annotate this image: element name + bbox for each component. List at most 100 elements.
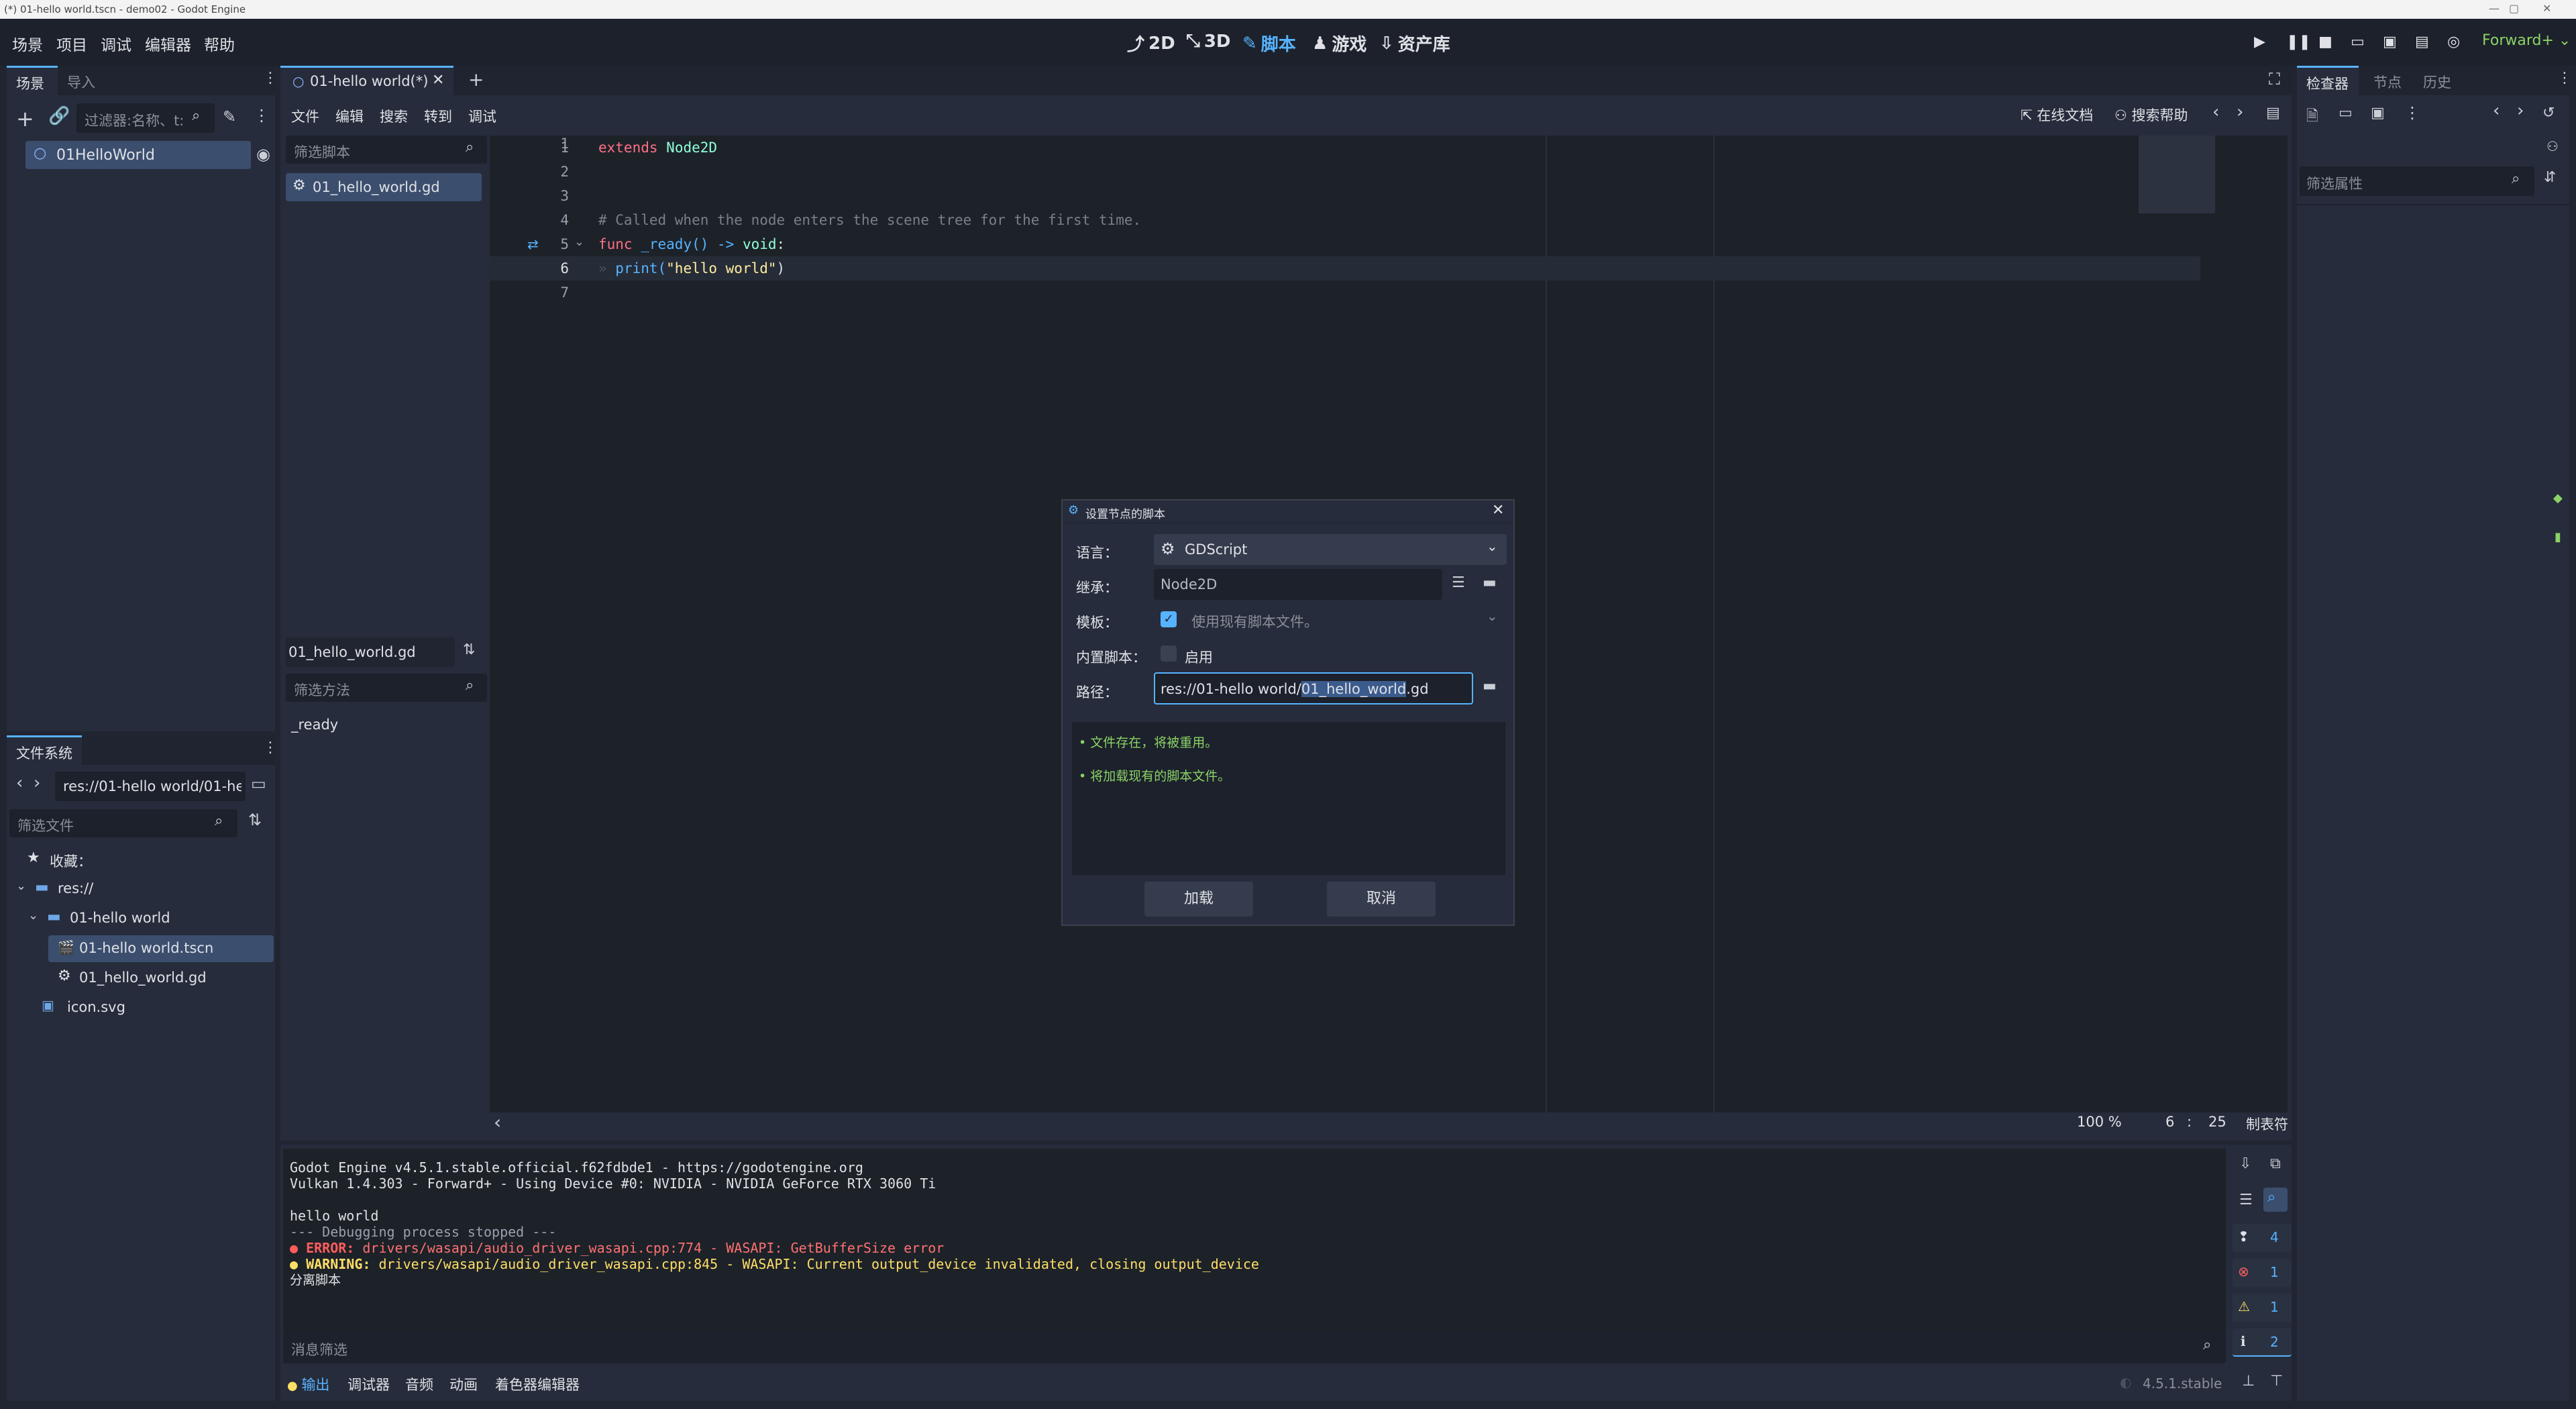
folder-icon[interactable]: ▬ xyxy=(1483,574,1497,591)
history-forward-icon[interactable]: › xyxy=(2237,102,2243,122)
tab-import[interactable]: 导入 xyxy=(67,72,95,92)
template-checkbox[interactable]: ✓ xyxy=(1161,611,1177,627)
bottom-tab-animation[interactable]: 动画 xyxy=(449,1374,478,1394)
workspace-3d[interactable]: ⤡ 3D xyxy=(1186,31,1231,52)
script-menu-search[interactable]: 搜索 xyxy=(380,106,408,126)
attach-script-icon[interactable]: ✎ xyxy=(223,107,236,126)
maximize-icon[interactable]: ▢ xyxy=(2509,2,2519,15)
search-help-button[interactable]: ⚇ 搜索帮助 xyxy=(2114,105,2188,125)
script-list-item[interactable]: ⚙ 01_hello_world.gd xyxy=(286,173,482,201)
tab-inspector[interactable]: 检查器 xyxy=(2297,66,2359,95)
message-filter-input[interactable]: 消息筛选 ⌕ xyxy=(283,1331,2226,1363)
history-icon[interactable]: ↺ xyxy=(2542,105,2555,121)
fs-item-favorites[interactable]: ★ 收藏： xyxy=(27,847,268,874)
load-button[interactable]: 加载 xyxy=(1144,882,1253,917)
tree-item-root-node[interactable]: ○ 01HelloWorld xyxy=(25,141,251,169)
history-back-icon[interactable]: ‹ xyxy=(2212,102,2219,122)
fold-chevron-icon[interactable]: ⌄ xyxy=(574,235,584,249)
doc-icon[interactable]: ⚇ xyxy=(2546,138,2559,154)
version-label[interactable]: 4.5.1.stable xyxy=(2143,1375,2222,1392)
fs-item-script-file[interactable]: ⚙ 01_hello_world.gd xyxy=(58,965,272,992)
menu-project[interactable]: 项目 xyxy=(56,32,87,55)
expand-panel-icon[interactable]: ⊤ xyxy=(2270,1373,2283,1390)
scene-tab[interactable]: ○ 01-hello world(*) ✕ xyxy=(280,66,453,95)
link-icon[interactable]: 🔗 xyxy=(48,106,70,126)
play-custom-icon[interactable]: ▤ xyxy=(2415,34,2434,52)
connected-signal-icon[interactable]: ⇄ xyxy=(527,236,539,252)
save-resource-icon[interactable]: ▣ xyxy=(2371,105,2385,121)
filter-search-toggle[interactable]: ⌕ xyxy=(2263,1188,2288,1212)
visibility-icon[interactable]: ◉ xyxy=(256,145,270,164)
filter-messages-toggle[interactable]: ❢ 4 xyxy=(2233,1224,2292,1252)
cancel-button[interactable]: 取消 xyxy=(1327,882,1436,917)
play-scene-icon[interactable]: ▣ xyxy=(2383,34,2402,52)
add-tab-icon[interactable]: + xyxy=(468,68,484,91)
next-object-icon[interactable]: › xyxy=(2517,101,2524,121)
bottom-tab-debugger[interactable]: 调试器 xyxy=(347,1374,390,1394)
filter-info-toggle[interactable]: ℹ 2 xyxy=(2233,1328,2292,1357)
back-icon[interactable]: ‹ xyxy=(16,773,23,793)
filter-warnings-toggle[interactable]: ⚠ 1 xyxy=(2233,1294,2292,1322)
language-select[interactable]: ⚙ GDScript ⌄ xyxy=(1154,534,1507,565)
indent-mode[interactable]: 制表符 xyxy=(2246,1114,2288,1134)
fs-item-icon-file[interactable]: ▣ icon.svg xyxy=(42,994,270,1021)
add-node-icon[interactable]: + xyxy=(16,106,34,132)
filter-errors-toggle[interactable]: ⊗ 1 xyxy=(2233,1259,2292,1287)
renderer-selector[interactable]: Forward+ ⌄ xyxy=(2482,32,2571,49)
close-tab-icon[interactable]: ✕ xyxy=(432,72,444,89)
builtin-checkbox[interactable] xyxy=(1161,645,1177,662)
forward-icon[interactable]: › xyxy=(34,773,40,793)
menu-editor[interactable]: 编辑器 xyxy=(145,32,191,55)
inspector-settings-icon[interactable]: ⇵ xyxy=(2544,169,2556,186)
stop-icon[interactable]: ■ xyxy=(2318,34,2337,52)
bottom-tab-shader-editor[interactable]: 着色器编辑器 xyxy=(495,1374,580,1394)
workspace-2d[interactable]: ⤴ 2D xyxy=(1127,31,1175,56)
fs-item-scene-file[interactable]: 🎬 01-hello world.tscn xyxy=(48,935,274,962)
bottom-tab-audio[interactable]: 音频 xyxy=(405,1374,433,1394)
new-resource-icon[interactable]: 🗎 xyxy=(2306,105,2318,130)
fs-item-res[interactable]: ⌄ ▬ res:// xyxy=(16,876,268,903)
close-dialog-icon[interactable]: ✕ xyxy=(1492,502,1504,519)
script-filter-input[interactable]: 筛选脚本 ⌕ xyxy=(286,136,487,164)
fs-item-folder[interactable]: ⌄ ▬ 01-hello world xyxy=(28,906,268,933)
open-resource-icon[interactable]: ▭ xyxy=(2339,105,2353,121)
inherits-input[interactable]: Node2D xyxy=(1154,569,1442,600)
dock-menu-icon[interactable]: ⋮ xyxy=(2557,70,2572,87)
menu-debug[interactable]: 调试 xyxy=(101,32,131,55)
dock-menu-icon[interactable]: ⋮ xyxy=(263,70,278,87)
browse-folder-icon[interactable]: ▬ xyxy=(1483,678,1497,694)
split-view-icon[interactable]: ▭ xyxy=(251,774,266,793)
scene-menu-icon[interactable]: ⋮ xyxy=(254,106,270,125)
toggle-panel-icon[interactable]: ▤ xyxy=(2266,105,2280,121)
workspace-game[interactable]: ♟ 游戏 xyxy=(1312,31,1366,56)
inspector-menu-icon[interactable]: ⋮ xyxy=(2404,103,2420,122)
pin-icon[interactable]: ⊥ xyxy=(2242,1373,2255,1390)
pause-icon[interactable]: ❚❚ xyxy=(2286,34,2311,52)
bottom-tab-output[interactable]: ● 输出 xyxy=(287,1374,329,1394)
toggle-scripts-panel-icon[interactable]: ‹ xyxy=(494,1111,501,1133)
scene-filter-input[interactable]: 过滤器:名称、t: ⌕ xyxy=(76,103,215,133)
tab-node[interactable]: 节点 xyxy=(2373,72,2402,92)
workspace-assetlib[interactable]: ⇩ 资产库 xyxy=(1379,31,1450,56)
path-input[interactable]: res://01-hello world/01_hello_world.gd xyxy=(1154,672,1473,704)
distraction-free-icon[interactable]: ⛶ xyxy=(2269,70,2280,89)
template-select[interactable]: ✓ 使用现有脚本文件。 ⌄ xyxy=(1154,604,1507,635)
sort-methods-icon[interactable]: ⇅ xyxy=(463,641,475,658)
close-window-icon[interactable]: ✕ xyxy=(2542,2,2551,15)
play-icon[interactable]: ▶ xyxy=(2254,34,2273,52)
minimize-icon[interactable]: — xyxy=(2489,2,2500,15)
tab-scene[interactable]: 场景 xyxy=(7,66,58,95)
remote-debug-icon[interactable]: ▭ xyxy=(2351,34,2369,52)
online-docs-button[interactable]: ⇱ 在线文档 xyxy=(2021,105,2093,125)
copy-output-icon[interactable]: ⧉ xyxy=(2270,1155,2281,1172)
clear-output-icon[interactable]: ⇩ xyxy=(2239,1155,2251,1172)
tab-filesystem[interactable]: 文件系统 xyxy=(7,735,82,765)
fs-dock-menu-icon[interactable]: ⋮ xyxy=(263,739,278,756)
script-menu-goto[interactable]: 转到 xyxy=(424,106,452,126)
fs-path-input[interactable]: res://01-hello world/01-he xyxy=(55,772,246,801)
tab-history[interactable]: 历史 xyxy=(2423,72,2451,92)
script-menu-debug[interactable]: 调试 xyxy=(468,106,496,126)
minimap[interactable] xyxy=(2139,136,2215,213)
zoom-level[interactable]: 100 % xyxy=(2077,1114,2122,1130)
property-filter-input[interactable]: 筛选属性 ⌕ xyxy=(2300,166,2534,196)
